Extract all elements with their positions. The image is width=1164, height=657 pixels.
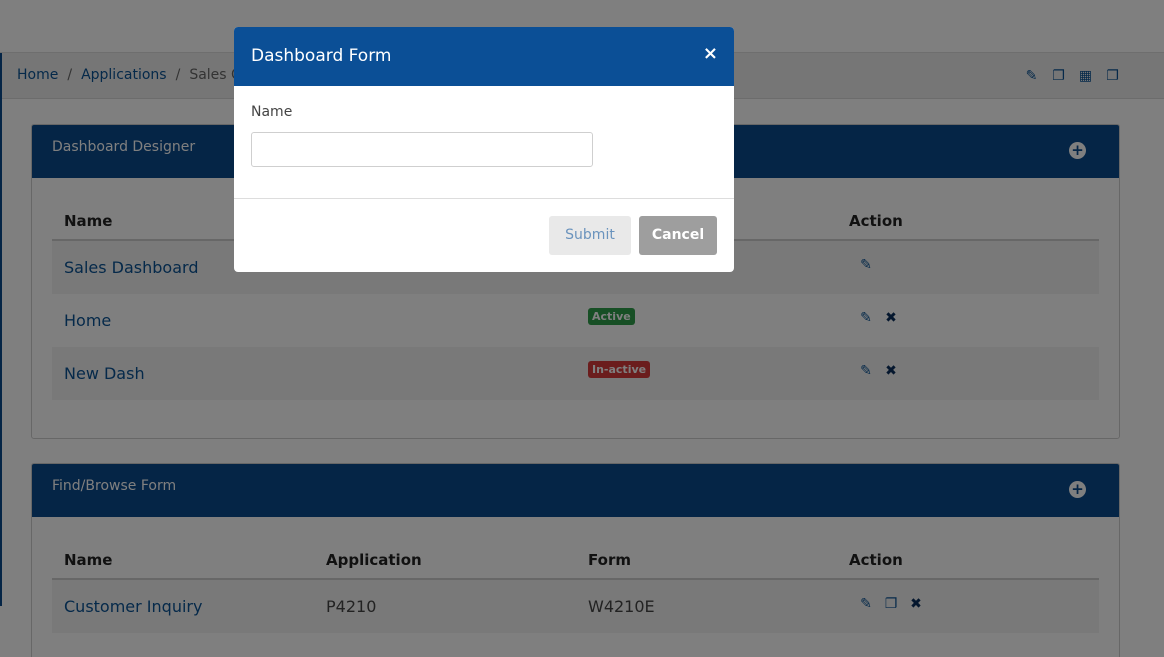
modal-body: Name: [234, 86, 734, 199]
close-icon[interactable]: ×: [703, 44, 718, 64]
modal-title: Dashboard Form: [251, 46, 392, 66]
name-input[interactable]: [251, 132, 593, 167]
cancel-button[interactable]: Cancel: [639, 216, 717, 255]
submit-button[interactable]: Submit: [549, 216, 631, 255]
modal-header: Dashboard Form ×: [234, 27, 734, 86]
dashboard-form-modal: Dashboard Form × Name Submit Cancel: [234, 27, 734, 272]
name-label: Name: [251, 104, 293, 120]
